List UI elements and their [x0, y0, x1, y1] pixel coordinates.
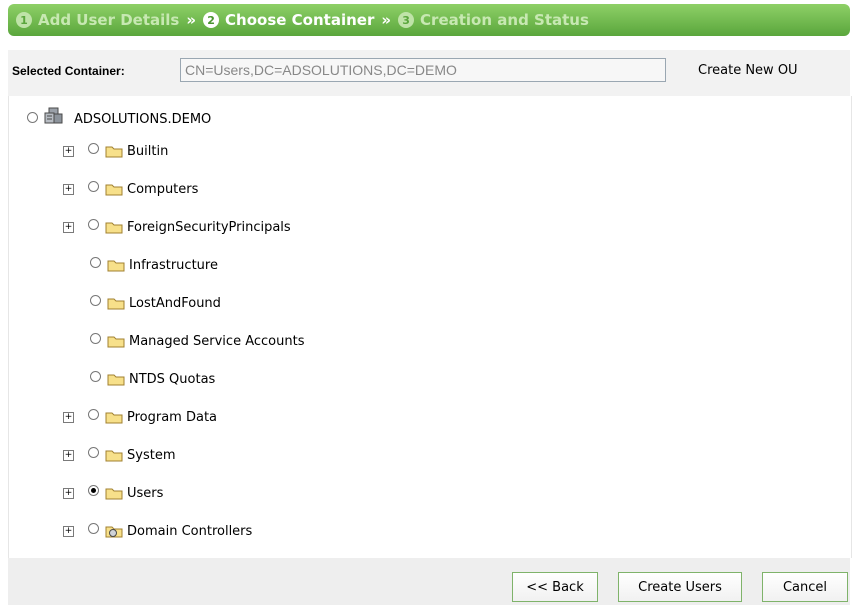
container-tree: ADSOLUTIONS.DEMO + Builtin + Computers + Fore… — [8, 96, 852, 558]
tree-item-radio[interactable] — [90, 332, 101, 344]
selected-container-field[interactable] — [180, 58, 666, 82]
folder-icon — [105, 488, 123, 500]
tree-item-radio[interactable] — [90, 370, 101, 382]
expand-icon[interactable]: + — [63, 221, 74, 233]
tree-item: + Domain Controllers — [63, 520, 252, 542]
back-button[interactable]: << Back — [512, 572, 598, 602]
folder-icon — [105, 412, 123, 424]
folder-icon — [107, 374, 125, 386]
expand-icon[interactable]: + — [63, 411, 74, 423]
create-new-ou-link[interactable]: Create New OU — [698, 63, 798, 78]
tree-item-label[interactable]: Computers — [127, 182, 198, 197]
tree-item: Managed Service Accounts — [90, 330, 304, 352]
tree-root-radio[interactable] — [27, 111, 38, 123]
tree-item: Infrastructure — [90, 254, 218, 276]
step-creation-status: 3 Creation and Status — [398, 11, 589, 29]
domain-controllers-folder-icon — [105, 526, 123, 538]
tree-item-label[interactable]: Program Data — [127, 410, 217, 425]
tree-item: + Computers — [63, 178, 198, 200]
step-3-label: Creation and Status — [420, 11, 589, 29]
tree-item-label[interactable]: NTDS Quotas — [129, 372, 215, 387]
folder-icon — [107, 298, 125, 310]
tree-item-radio[interactable] — [88, 180, 99, 192]
step-2-label: Choose Container — [225, 11, 375, 29]
tree-item: + System — [63, 444, 175, 466]
tree-item: + Program Data — [63, 406, 217, 428]
tree-item-radio[interactable] — [88, 484, 99, 496]
folder-icon — [105, 450, 123, 462]
tree-item-radio[interactable] — [88, 218, 99, 230]
tree-item-label[interactable]: System — [127, 448, 175, 463]
tree-root: ADSOLUTIONS.DEMO — [27, 107, 211, 130]
tree-item-radio[interactable] — [88, 522, 99, 534]
step-add-user-details: 1 Add User Details — [16, 11, 179, 29]
tree-item-radio[interactable] — [88, 142, 99, 154]
tree-item-label[interactable]: Users — [127, 486, 163, 501]
tree-item-label[interactable]: Builtin — [127, 144, 168, 159]
tree-item-label[interactable]: Infrastructure — [129, 258, 218, 273]
expand-icon[interactable]: + — [63, 145, 74, 157]
tree-item: LostAndFound — [90, 292, 221, 314]
tree-item: + Builtin — [63, 140, 168, 162]
step-2-number: 2 — [203, 12, 220, 28]
tree-root-label[interactable]: ADSOLUTIONS.DEMO — [74, 112, 211, 127]
expand-icon[interactable]: + — [63, 525, 74, 537]
tree-item: NTDS Quotas — [90, 368, 215, 390]
step-3-number: 3 — [398, 12, 415, 28]
expand-icon[interactable]: + — [63, 449, 74, 461]
wizard-steps: 1 Add User Details » 2 Choose Container … — [8, 4, 850, 36]
action-bar: << Back Create Users Cancel — [8, 558, 850, 605]
step-separator: » — [381, 11, 392, 29]
tree-item: + ForeignSecurityPrincipals — [63, 216, 291, 238]
step-separator: » — [186, 11, 197, 29]
step-1-number: 1 — [16, 12, 32, 28]
tree-item-radio[interactable] — [88, 446, 99, 458]
folder-icon — [107, 260, 125, 272]
domain-icon — [44, 107, 63, 124]
tree-item-label[interactable]: ForeignSecurityPrincipals — [127, 220, 291, 235]
selected-container-bar: Selected Container: Create New OU — [8, 50, 850, 96]
expand-icon[interactable]: + — [63, 487, 74, 499]
folder-icon — [105, 146, 123, 158]
create-users-button[interactable]: Create Users — [618, 572, 742, 602]
tree-item-radio[interactable] — [90, 294, 101, 306]
expand-icon[interactable]: + — [63, 183, 74, 195]
tree-item-radio[interactable] — [88, 408, 99, 420]
tree-item: + Users — [63, 482, 163, 504]
folder-icon — [105, 222, 123, 234]
tree-item-label[interactable]: Managed Service Accounts — [129, 334, 304, 349]
folder-icon — [105, 184, 123, 196]
selected-container-label: Selected Container: — [12, 64, 125, 78]
tree-item-label[interactable]: LostAndFound — [129, 296, 221, 311]
tree-item-radio[interactable] — [90, 256, 101, 268]
cancel-button[interactable]: Cancel — [762, 572, 848, 602]
folder-icon — [107, 336, 125, 348]
step-choose-container: 2 Choose Container — [203, 11, 374, 29]
step-1-label: Add User Details — [38, 11, 180, 29]
tree-item-label[interactable]: Domain Controllers — [127, 524, 252, 539]
